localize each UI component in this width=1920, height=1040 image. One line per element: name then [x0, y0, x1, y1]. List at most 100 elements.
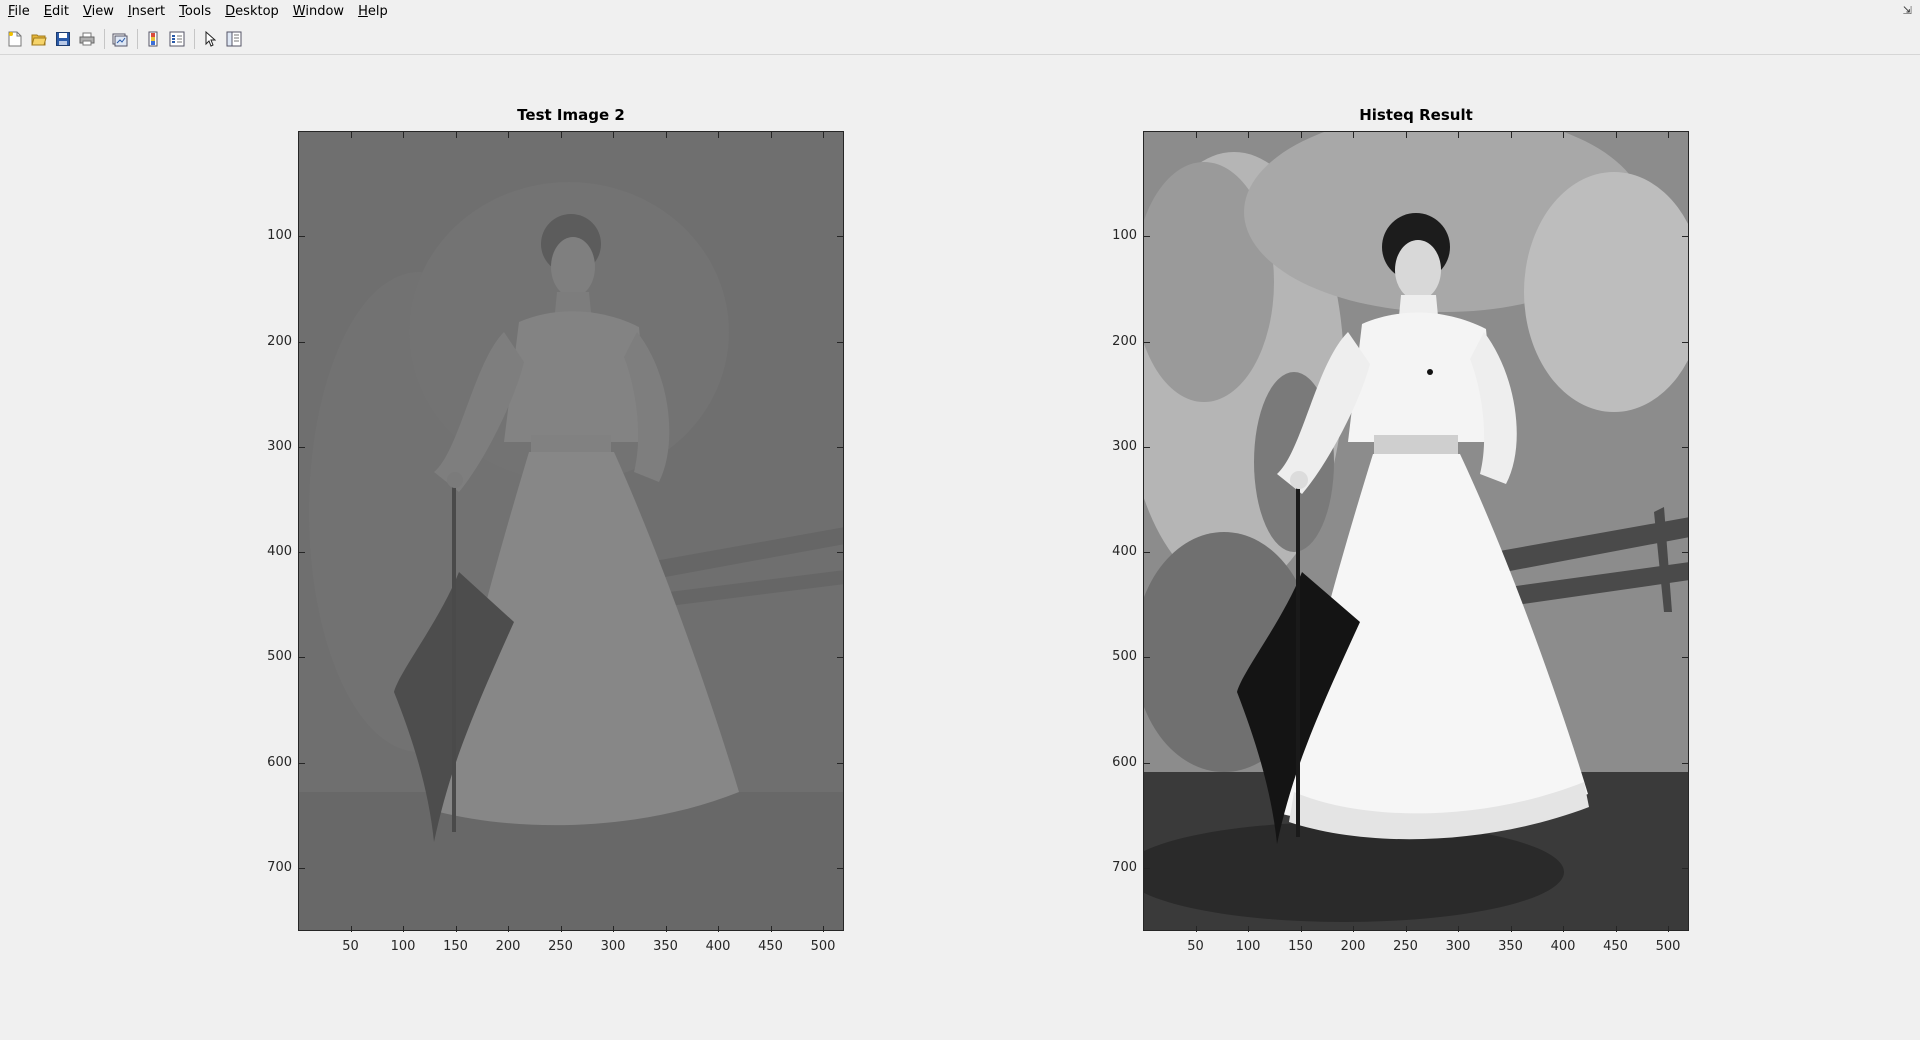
x-tick-mark [1353, 926, 1354, 932]
x-tick-label: 250 [548, 939, 573, 954]
x-tick-label: 150 [1288, 939, 1313, 954]
menu-mnemonic: E [43, 4, 52, 19]
y-tick-label: 400 [1112, 544, 1137, 560]
x-tick-mark [1458, 132, 1459, 138]
menu-bar: File Edit View Insert Tools Desktop Window Help [0, 0, 1920, 24]
x-tick-mark [1668, 132, 1669, 138]
x-tick-label: 150 [443, 939, 468, 954]
link-plot-icon[interactable] [109, 28, 131, 50]
menu-label: nsert [131, 4, 166, 19]
y-tick-mark [299, 867, 305, 869]
x-tick-mark [1248, 132, 1249, 138]
y-tick-label: 600 [1112, 754, 1137, 770]
y-tick-mark [1682, 762, 1688, 764]
menu-label: ile [14, 4, 30, 19]
undock-icon[interactable]: ⇲ [1903, 4, 1912, 17]
x-tick-mark [560, 132, 562, 138]
menu-item[interactable]: Window [287, 0, 350, 24]
property-inspector-icon[interactable] [223, 28, 245, 50]
y-tick-mark [299, 552, 305, 554]
x-tick-mark [1195, 132, 1197, 138]
menu-label: iew [91, 4, 114, 19]
insert-colorbar-icon[interactable] [142, 28, 164, 50]
x-tick-mark [823, 132, 824, 138]
x-tick-mark [665, 926, 667, 932]
x-tick-label: 400 [1550, 939, 1576, 954]
menu-label: elp [367, 4, 388, 19]
menu-item[interactable]: Edit [38, 0, 75, 24]
x-tick-mark [1248, 926, 1249, 932]
y-tick-mark [1682, 446, 1688, 448]
y-tick-mark [837, 236, 843, 238]
menu-item[interactable]: Insert [122, 0, 171, 24]
y-tick-mark [837, 762, 843, 764]
edit-plot-arrow-icon[interactable] [199, 28, 221, 50]
x-tick-mark [1458, 926, 1459, 932]
figure-toolbar [0, 24, 1920, 55]
menu-item[interactable]: File [2, 0, 36, 24]
toolbar-separator [194, 29, 195, 49]
save-icon[interactable] [52, 28, 74, 50]
y-tick-mark [1682, 657, 1688, 659]
x-tick-mark [1510, 926, 1512, 932]
open-file-icon[interactable] [28, 28, 50, 50]
toolbar-separator [104, 29, 105, 49]
menu-item[interactable]: Desktop [219, 0, 285, 24]
x-tick-mark [1563, 132, 1564, 138]
x-tick-label: 350 [1498, 939, 1523, 954]
x-tick-label: 50 [1187, 939, 1204, 954]
menu-item[interactable]: View [77, 0, 120, 24]
y-tick-label: 100 [1112, 228, 1137, 244]
new-figure-icon[interactable] [4, 28, 26, 50]
menu-label: esktop [235, 4, 279, 19]
menu-item[interactable]: Tools [173, 0, 217, 24]
menu-mnemonic: V [82, 4, 92, 19]
x-tick-mark [350, 926, 352, 932]
y-tick-label: 300 [1112, 438, 1137, 454]
y-tick-mark [299, 236, 305, 238]
y-tick-mark [1682, 236, 1688, 238]
y-tick-mark [1144, 341, 1150, 343]
y-tick-label: 700 [1112, 859, 1137, 875]
y-tick-label: 400 [267, 544, 292, 560]
x-tick-mark [350, 132, 352, 138]
y-tick-mark [1144, 762, 1150, 764]
menu-label: ools [184, 4, 212, 19]
print-icon[interactable] [76, 28, 98, 50]
y-tick-mark [299, 762, 305, 764]
x-tick-label: 500 [1655, 939, 1681, 954]
x-tick-label: 50 [342, 939, 359, 954]
figure-canvas: Test Image 2 100 200 300 400 500 600 700 50 100 1… [0, 56, 1920, 1040]
y-tick-mark [1144, 867, 1150, 869]
y-tick-mark [837, 341, 843, 343]
x-tick-mark [455, 926, 457, 932]
left-axes-image[interactable] [298, 131, 844, 931]
x-tick-mark [403, 926, 404, 932]
x-tick-mark [1353, 132, 1354, 138]
y-tick-mark [1144, 236, 1150, 238]
y-tick-mark [1682, 552, 1688, 554]
y-tick-mark [299, 341, 305, 343]
y-tick-mark [1682, 867, 1688, 869]
x-tick-mark [508, 926, 509, 932]
y-tick-mark [299, 657, 305, 659]
menu-item[interactable]: Help [352, 0, 394, 24]
x-tick-mark [1668, 926, 1669, 932]
toolbar-separator [137, 29, 138, 49]
x-tick-mark [823, 926, 824, 932]
x-tick-mark [560, 926, 562, 932]
left-axes-title: Test Image 2 [517, 106, 625, 124]
x-tick-label: 100 [390, 939, 416, 954]
right-axes-image[interactable] [1143, 131, 1689, 931]
y-tick-label: 600 [267, 754, 292, 770]
y-tick-mark [1144, 657, 1150, 659]
x-tick-mark [718, 926, 719, 932]
insert-legend-icon[interactable] [166, 28, 188, 50]
x-tick-mark [770, 132, 772, 138]
y-tick-mark [837, 446, 843, 448]
x-tick-label: 200 [1340, 939, 1366, 954]
y-tick-mark [837, 867, 843, 869]
x-tick-mark [1615, 132, 1617, 138]
y-tick-mark [299, 446, 305, 448]
menu-mnemonic: D [225, 4, 236, 19]
